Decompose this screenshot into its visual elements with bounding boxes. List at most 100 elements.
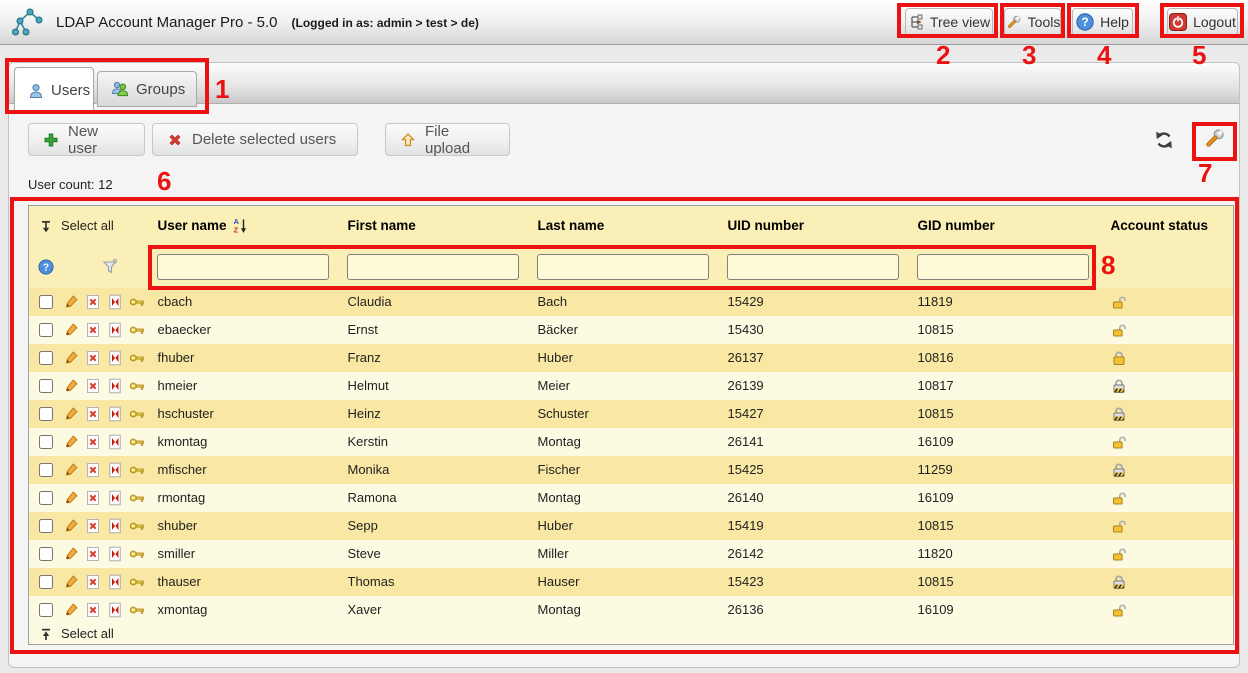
tab-groups[interactable]: Groups <box>97 71 197 107</box>
cell-account-status <box>1107 540 1234 568</box>
edit-pencil-icon[interactable] <box>63 350 79 366</box>
password-key-icon[interactable] <box>129 574 145 590</box>
column-header-uid-number[interactable]: UID number <box>727 218 917 233</box>
help-button[interactable]: ? Help <box>1072 8 1133 36</box>
table-row: thauser Thomas Hauser 15423 10815 <box>29 568 1234 596</box>
column-header-user-name[interactable]: User name A Z <box>157 217 347 234</box>
filter-input-user-name[interactable] <box>157 254 329 280</box>
password-key-icon[interactable] <box>129 322 145 338</box>
edit-pencil-icon[interactable] <box>63 518 79 534</box>
row-checkbox[interactable] <box>39 519 53 533</box>
row-checkbox[interactable] <box>39 547 53 561</box>
lam-application-window: LDAP Account Manager Pro - 5.0 (Logged i… <box>0 0 1248 673</box>
password-key-icon[interactable] <box>129 602 145 618</box>
password-key-icon[interactable] <box>129 518 145 534</box>
password-key-icon[interactable] <box>129 434 145 450</box>
row-checkbox[interactable] <box>39 491 53 505</box>
filter-input-uid-number[interactable] <box>727 254 899 280</box>
edit-pencil-icon[interactable] <box>63 294 79 310</box>
select-all-bottom[interactable]: Select all <box>29 626 1233 641</box>
filter-funnel-icon[interactable] <box>63 258 157 276</box>
cell-uid-number: 15419 <box>727 512 917 540</box>
tab-users[interactable]: Users <box>14 67 94 113</box>
pdf-icon[interactable] <box>107 294 123 310</box>
tools-wrench-icon[interactable] <box>1202 127 1226 151</box>
pdf-icon[interactable] <box>107 602 123 618</box>
edit-pencil-icon[interactable] <box>63 546 79 562</box>
column-header-gid-number[interactable]: GID number <box>917 218 1107 233</box>
file-upload-button[interactable]: File upload <box>385 123 510 156</box>
pdf-icon[interactable] <box>107 574 123 590</box>
tools-button[interactable]: Tools <box>1004 8 1061 36</box>
row-checkbox[interactable] <box>39 575 53 589</box>
password-key-icon[interactable] <box>129 294 145 310</box>
row-checkbox[interactable] <box>39 435 53 449</box>
delete-selected-users-button[interactable]: Delete selected users <box>152 123 358 156</box>
edit-pencil-icon[interactable] <box>63 602 79 618</box>
row-checkbox[interactable] <box>39 379 53 393</box>
pdf-icon[interactable] <box>107 350 123 366</box>
edit-pencil-icon[interactable] <box>63 434 79 450</box>
column-header-last-name[interactable]: Last name <box>537 218 727 233</box>
filter-input-first-name[interactable] <box>347 254 519 280</box>
cell-gid-number: 16109 <box>917 484 1107 512</box>
password-key-icon[interactable] <box>129 350 145 366</box>
password-key-icon[interactable] <box>129 406 145 422</box>
edit-pencil-icon[interactable] <box>63 406 79 422</box>
delete-user-icon[interactable] <box>85 378 101 394</box>
column-header-first-name[interactable]: First name <box>347 218 537 233</box>
edit-pencil-icon[interactable] <box>63 378 79 394</box>
row-checkbox[interactable] <box>39 323 53 337</box>
delete-user-icon[interactable] <box>85 490 101 506</box>
cell-last-name: Miller <box>537 540 727 568</box>
user-table: Select all User name A Z <box>28 205 1234 645</box>
password-key-icon[interactable] <box>129 378 145 394</box>
edit-pencil-icon[interactable] <box>63 490 79 506</box>
refresh-icon[interactable] <box>1154 130 1174 150</box>
pdf-icon[interactable] <box>107 462 123 478</box>
password-key-icon[interactable] <box>129 490 145 506</box>
tree-view-button[interactable]: Tree view <box>905 8 993 36</box>
password-key-icon[interactable] <box>129 462 145 478</box>
select-all-top[interactable]: Select all <box>29 218 157 233</box>
edit-pencil-icon[interactable] <box>63 574 79 590</box>
delete-user-icon[interactable] <box>85 546 101 562</box>
cell-username: hschuster <box>157 400 347 428</box>
sort-az-icon[interactable]: A Z <box>233 217 247 234</box>
row-checkbox[interactable] <box>39 351 53 365</box>
pdf-icon[interactable] <box>107 434 123 450</box>
delete-user-icon[interactable] <box>85 602 101 618</box>
filter-input-gid-number[interactable] <box>917 254 1089 280</box>
tab-groups-label: Groups <box>136 81 185 98</box>
pdf-icon[interactable] <box>107 406 123 422</box>
row-checkbox[interactable] <box>39 603 53 617</box>
delete-user-icon[interactable] <box>85 574 101 590</box>
password-key-icon[interactable] <box>129 546 145 562</box>
cell-first-name: Ramona <box>347 484 537 512</box>
pdf-icon[interactable] <box>107 518 123 534</box>
help-label: Help <box>1100 14 1129 30</box>
delete-user-icon[interactable] <box>85 322 101 338</box>
logout-button[interactable]: Logout <box>1167 8 1238 36</box>
row-checkbox[interactable] <box>39 463 53 477</box>
plus-icon <box>43 132 59 148</box>
pdf-icon[interactable] <box>107 378 123 394</box>
filter-help-icon[interactable]: ? <box>29 259 63 275</box>
delete-user-icon[interactable] <box>85 350 101 366</box>
cell-gid-number: 16109 <box>917 428 1107 456</box>
edit-pencil-icon[interactable] <box>63 322 79 338</box>
pdf-icon[interactable] <box>107 546 123 562</box>
new-user-button[interactable]: New user <box>28 123 145 156</box>
edit-pencil-icon[interactable] <box>63 462 79 478</box>
delete-user-icon[interactable] <box>85 406 101 422</box>
delete-user-icon[interactable] <box>85 294 101 310</box>
row-checkbox[interactable] <box>39 295 53 309</box>
pdf-icon[interactable] <box>107 490 123 506</box>
pdf-icon[interactable] <box>107 322 123 338</box>
user-icon <box>28 83 44 99</box>
delete-user-icon[interactable] <box>85 518 101 534</box>
delete-user-icon[interactable] <box>85 434 101 450</box>
filter-input-last-name[interactable] <box>537 254 709 280</box>
delete-user-icon[interactable] <box>85 462 101 478</box>
row-checkbox[interactable] <box>39 407 53 421</box>
